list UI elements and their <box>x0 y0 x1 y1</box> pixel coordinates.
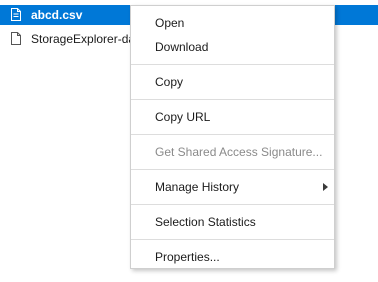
menu-separator <box>131 239 334 240</box>
menu-item-label: Get Shared Access Signature... <box>155 145 323 159</box>
menu-item-properties[interactable]: Properties... <box>131 246 334 268</box>
menu-item-label: Selection Statistics <box>155 215 256 229</box>
menu-item-label: Properties... <box>155 250 220 264</box>
menu-separator <box>131 169 334 170</box>
context-menu: Open Download Copy Copy URL Get Shared A… <box>130 5 335 269</box>
file-icon <box>11 32 21 45</box>
menu-separator <box>131 204 334 205</box>
file-name: StorageExplorer-da <box>31 32 136 46</box>
menu-item-download[interactable]: Download <box>131 36 334 58</box>
menu-separator <box>131 64 334 65</box>
menu-separator <box>131 99 334 100</box>
menu-item-label: Manage History <box>155 180 240 194</box>
menu-item-selection-statistics[interactable]: Selection Statistics <box>131 211 334 233</box>
menu-item-open[interactable]: Open <box>131 12 334 34</box>
menu-item-label: Open <box>155 16 185 30</box>
menu-item-copy[interactable]: Copy <box>131 71 334 93</box>
menu-item-label: Download <box>155 40 209 54</box>
file-icon <box>11 8 21 21</box>
menu-item-label: Copy URL <box>155 110 211 124</box>
file-name: abcd.csv <box>31 8 83 22</box>
chevron-right-icon <box>323 183 328 191</box>
menu-item-manage-history[interactable]: Manage History <box>131 176 334 198</box>
menu-separator <box>131 134 334 135</box>
menu-item-copy-url[interactable]: Copy URL <box>131 106 334 128</box>
menu-item-label: Copy <box>155 75 184 89</box>
menu-item-get-shared-access-signature: Get Shared Access Signature... <box>131 141 334 163</box>
